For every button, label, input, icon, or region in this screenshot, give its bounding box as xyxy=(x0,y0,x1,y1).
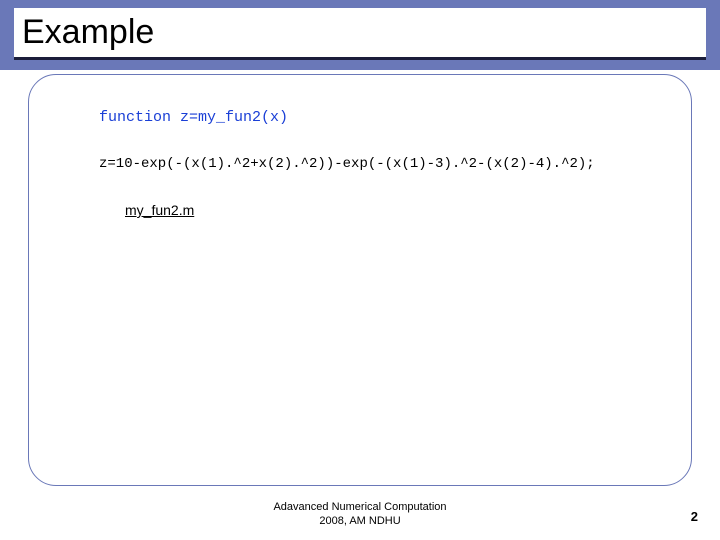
content-card: function z=my_fun2(x) z=10-exp(-(x(1).^2… xyxy=(28,74,692,486)
footer: Adavanced Numerical Computation 2008, AM… xyxy=(0,500,720,528)
page-number: 2 xyxy=(691,509,698,524)
footer-line2: 2008, AM NDHU xyxy=(319,515,400,527)
title-box: Example xyxy=(14,8,706,60)
footer-line1: Adavanced Numerical Computation xyxy=(273,501,446,513)
file-link[interactable]: my_fun2.m xyxy=(125,202,667,218)
code-line-function: function z=my_fun2(x) xyxy=(99,109,667,126)
code-line-body: z=10-exp(-(x(1).^2+x(2).^2))-exp(-(x(1)-… xyxy=(99,156,667,172)
slide-title: Example xyxy=(22,12,698,52)
